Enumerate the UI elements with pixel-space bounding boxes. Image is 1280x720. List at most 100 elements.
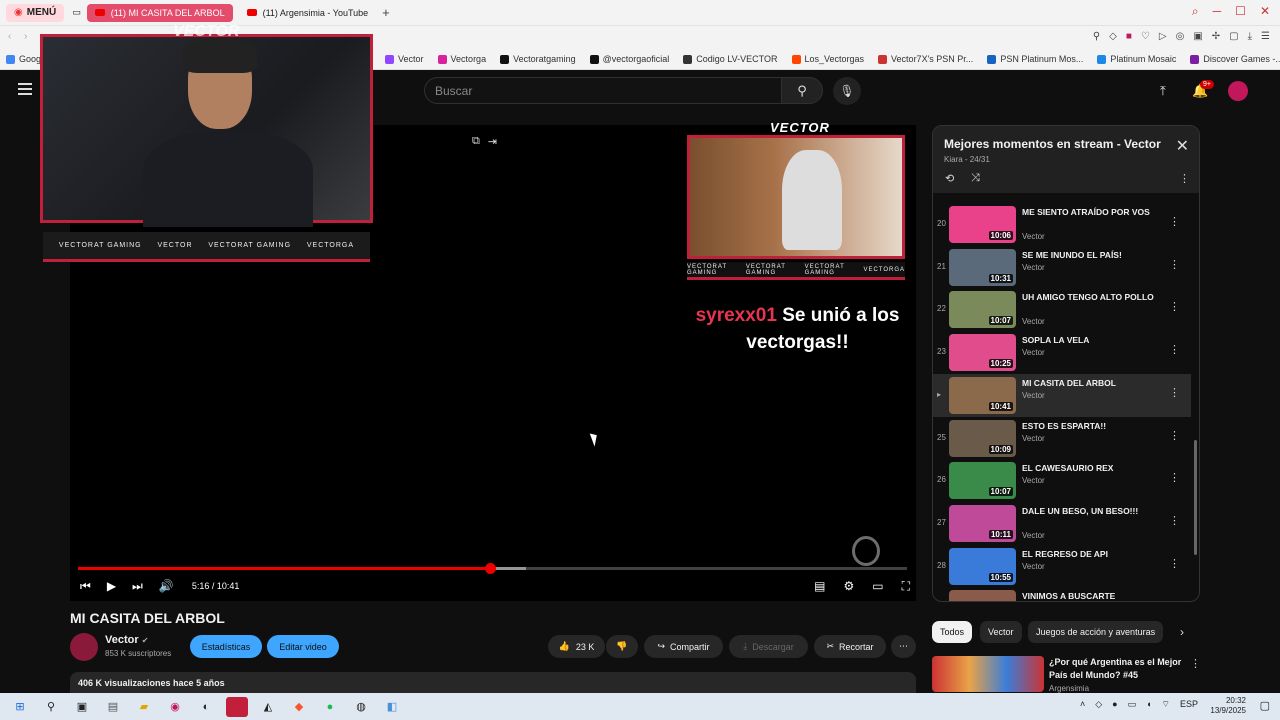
tab-mi-casita[interactable]: (11) MI CASITA DEL ARBOL bbox=[86, 3, 233, 22]
search-input[interactable]: Buscar bbox=[424, 77, 782, 104]
theater-mode-icon[interactable]: ▭ bbox=[872, 579, 883, 594]
recommendation-title[interactable]: ¿Por qué Argentina es el Mejor País del … bbox=[1049, 656, 1184, 682]
shield-icon[interactable]: ■ bbox=[1126, 31, 1132, 42]
playlist-item-title[interactable]: MI CASITA DEL ARBOL bbox=[1022, 377, 1162, 390]
chip-action-games[interactable]: Juegos de acción y aventuras bbox=[1028, 621, 1164, 643]
heart-icon[interactable]: ♡ bbox=[1141, 31, 1150, 42]
camera-icon[interactable]: ◎ bbox=[1176, 31, 1185, 42]
playlist-item-thumbnail[interactable]: 10:31 bbox=[949, 248, 1016, 286]
settings-icon[interactable]: ⚙ bbox=[843, 579, 854, 594]
dislike-button[interactable]: 👎 bbox=[606, 635, 638, 658]
file-explorer-icon[interactable]: ▤ bbox=[102, 697, 124, 717]
share-button[interactable]: ↪ Compartir bbox=[644, 635, 723, 658]
playlist-item-thumbnail[interactable]: 10:09 bbox=[949, 419, 1016, 457]
playlist-item-title[interactable]: VINIMOS A BUSCARTE bbox=[1022, 590, 1162, 601]
clock[interactable]: 20:32 13/9/2025 bbox=[1210, 696, 1246, 716]
playlist-item-title[interactable]: EL CAWESAURIO REX bbox=[1022, 462, 1162, 475]
channel-avatar[interactable] bbox=[70, 633, 98, 661]
next-icon[interactable]: ⏭ bbox=[132, 579, 143, 594]
dropbox-icon[interactable]: ◇ bbox=[1095, 699, 1102, 710]
bookmark-google[interactable]: Goog bbox=[6, 54, 41, 64]
playlist-item[interactable]: VINIMOS A BUSCARTE bbox=[933, 587, 1191, 601]
playlist-item-title[interactable]: SOPLA LA VELA bbox=[1022, 334, 1162, 347]
voice-search-button[interactable]: 🎙 bbox=[833, 77, 861, 105]
back-icon[interactable]: ‹ bbox=[8, 31, 11, 42]
forward-icon[interactable]: › bbox=[24, 31, 27, 42]
more-icon[interactable]: ⋮ bbox=[1169, 386, 1180, 399]
more-actions-button[interactable]: ⋯ bbox=[891, 635, 916, 658]
playlist-item-thumbnail[interactable]: 10:06 bbox=[949, 206, 1016, 243]
sidebar-icon[interactable]: ▣ bbox=[1193, 31, 1202, 42]
settings-icon[interactable]: ☰ bbox=[1261, 31, 1270, 42]
more-icon[interactable]: ⋮ bbox=[1169, 215, 1180, 228]
playlist-item[interactable]: 28 10:55 EL REGRESO DE API Vector ⋮ bbox=[933, 545, 1191, 588]
playlist-item-title[interactable]: DALE UN BESO, UN BESO!!! bbox=[1022, 505, 1162, 518]
play-icon[interactable]: ▷ bbox=[1159, 31, 1167, 42]
playlist-title[interactable]: Mejores momentos en stream - Vector bbox=[944, 137, 1161, 151]
chip-vector[interactable]: Vector bbox=[980, 621, 1022, 643]
scrubber-knob[interactable] bbox=[485, 563, 496, 574]
folder-icon[interactable]: ▰ bbox=[133, 697, 155, 717]
chevron-right-icon[interactable]: › bbox=[1180, 625, 1184, 639]
playlist-item[interactable]: 23 10:25 SOPLA LA VELA Vector ⋮ bbox=[933, 331, 1191, 374]
app-icon[interactable]: ◭ bbox=[257, 697, 279, 717]
stats-button[interactable]: Estadísticas bbox=[190, 635, 262, 658]
search-button[interactable]: ⚲ bbox=[781, 77, 823, 104]
playlist-item-title[interactable]: ESTO ES ESPARTA!! bbox=[1022, 420, 1162, 433]
more-icon[interactable]: ⋮ bbox=[1169, 514, 1180, 527]
chip-todos[interactable]: Todos bbox=[932, 621, 973, 643]
close-icon[interactable]: ✕ bbox=[1260, 4, 1270, 19]
opera-gx-icon[interactable]: ◉ bbox=[164, 697, 186, 717]
playlist-item-thumbnail[interactable]: 10:07 bbox=[949, 291, 1016, 329]
account-avatar[interactable] bbox=[1228, 81, 1248, 101]
playlist-item[interactable]: 21 10:31 SE ME INUNDO EL PAÍS! Vector ⋮ bbox=[933, 246, 1191, 289]
play-icon[interactable]: ▶ bbox=[107, 579, 116, 593]
chevron-up-icon[interactable]: ˄ bbox=[1080, 699, 1085, 710]
wallet-icon[interactable]: ▢ bbox=[1229, 31, 1238, 42]
minimize-icon[interactable]: ─ bbox=[1213, 4, 1222, 19]
playlist-item-title[interactable]: ME SIENTO ATRAÍDO POR VOS bbox=[1022, 206, 1162, 219]
shuffle-icon[interactable]: ⤨ bbox=[971, 172, 980, 185]
spotify-icon[interactable]: ● bbox=[319, 697, 341, 717]
task-view-icon[interactable]: ▣ bbox=[71, 697, 93, 717]
bookmark-los-vectorgas[interactable]: Los_Vectorgas bbox=[791, 54, 864, 64]
more-icon[interactable]: ⋮ bbox=[1190, 657, 1201, 670]
playlist-item-thumbnail[interactable] bbox=[949, 590, 1016, 601]
tab-argensimia[interactable]: (11) Argensimia - YouTube bbox=[239, 4, 377, 22]
bookmark-vector[interactable]: Vector bbox=[385, 54, 424, 64]
steam-icon[interactable]: ◐ bbox=[195, 697, 217, 717]
bookmark-platinum-mosaic[interactable]: Platinum Mosaic bbox=[1097, 54, 1176, 64]
notification-icon[interactable]: ▢ bbox=[1260, 699, 1270, 712]
playlist-item[interactable]: 22 10:07 UH AMIGO TENGO ALTO POLLO Vector ⋮ bbox=[933, 288, 1191, 331]
close-icon[interactable]: ✕ bbox=[1176, 136, 1189, 156]
progress-bar[interactable] bbox=[78, 563, 907, 574]
app-icon[interactable]: ◧ bbox=[381, 697, 403, 717]
more-icon[interactable]: ⋮ bbox=[1169, 429, 1180, 442]
clip-button[interactable]: ✂ Recortar bbox=[814, 635, 886, 658]
wifi-icon[interactable]: ⌔ bbox=[1162, 699, 1170, 710]
playlist-item[interactable]: 20 10:06 ME SIENTO ATRAÍDO POR VOS Vector ⋮ bbox=[933, 203, 1191, 246]
exit-icon[interactable]: ⇥ bbox=[488, 135, 497, 148]
playlist-item-current[interactable]: ▸ 10:41 MI CASITA DEL ARBOL Vector ⋮ bbox=[933, 373, 1191, 417]
bookmark-codigo[interactable]: Codigo LV-VECTOR bbox=[683, 54, 778, 64]
windows-start-icon[interactable]: ⊞ bbox=[9, 697, 31, 717]
extension-icon[interactable]: ◇ bbox=[1109, 31, 1117, 42]
more-icon[interactable]: ⋮ bbox=[1169, 300, 1180, 313]
channel-watermark[interactable] bbox=[852, 536, 880, 566]
tab-overview-icon[interactable]: ▭ bbox=[72, 7, 81, 18]
display-icon[interactable]: ▭ bbox=[1128, 699, 1137, 710]
miniplayer-icon[interactable]: ⧉ bbox=[472, 135, 480, 148]
bookmark-vectorgaoficial[interactable]: @vectorgaoficial bbox=[589, 54, 669, 64]
active-app-icon[interactable] bbox=[226, 696, 248, 717]
more-icon[interactable]: ⋮ bbox=[1169, 343, 1180, 356]
puzzle-icon[interactable]: ✢ bbox=[1212, 31, 1220, 42]
speaker-icon[interactable]: ◖ bbox=[1146, 699, 1151, 710]
fullscreen-icon[interactable]: ⛶ bbox=[902, 579, 910, 594]
browser-menu-button[interactable]: ◉ MENÚ bbox=[6, 3, 65, 22]
playlist-item[interactable]: 25 10:09 ESTO ES ESPARTA!! Vector ⋮ bbox=[933, 417, 1191, 460]
bookmark-psn-profile[interactable]: Vector7X's PSN Pr... bbox=[878, 54, 973, 64]
more-icon[interactable]: ⋮ bbox=[1169, 258, 1180, 271]
search-icon[interactable]: ⚲ bbox=[40, 697, 62, 717]
brave-icon[interactable]: ◆ bbox=[288, 697, 310, 717]
playlist-item-thumbnail[interactable]: 10:55 bbox=[949, 547, 1016, 585]
